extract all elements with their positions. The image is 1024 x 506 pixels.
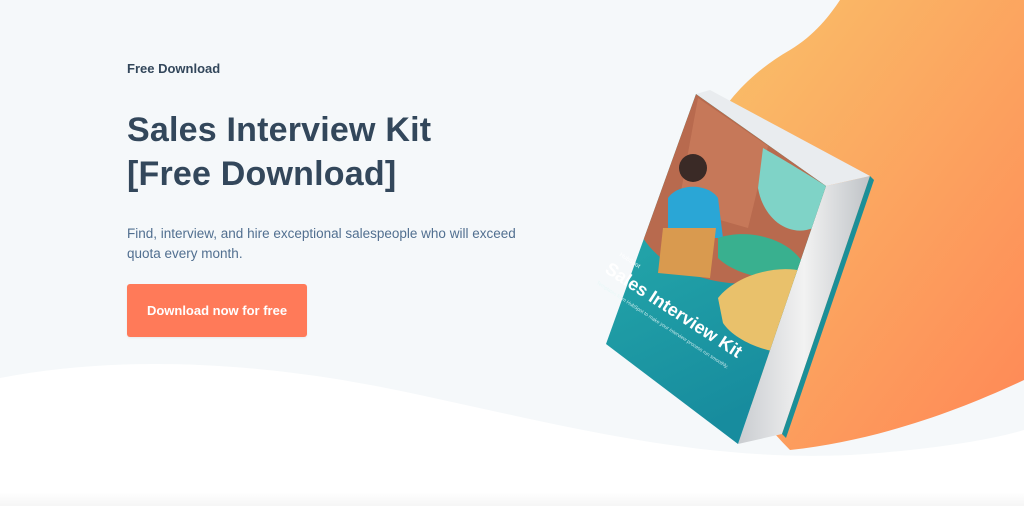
page-title-line-1: Sales Interview Kit — [127, 111, 432, 149]
hero-description: Find, interview, and hire exceptional sa… — [127, 226, 516, 261]
eyebrow-label: Free Download — [127, 61, 221, 76]
download-button[interactable]: Download now for free — [127, 284, 307, 337]
section-divider-shadow — [0, 492, 1024, 506]
page-title-line-2: [Free Download] — [127, 155, 397, 193]
cover-person-head — [679, 154, 707, 182]
cover-laptop — [658, 228, 716, 278]
page-title: Sales Interview Kit [Free Download] — [127, 108, 431, 196]
